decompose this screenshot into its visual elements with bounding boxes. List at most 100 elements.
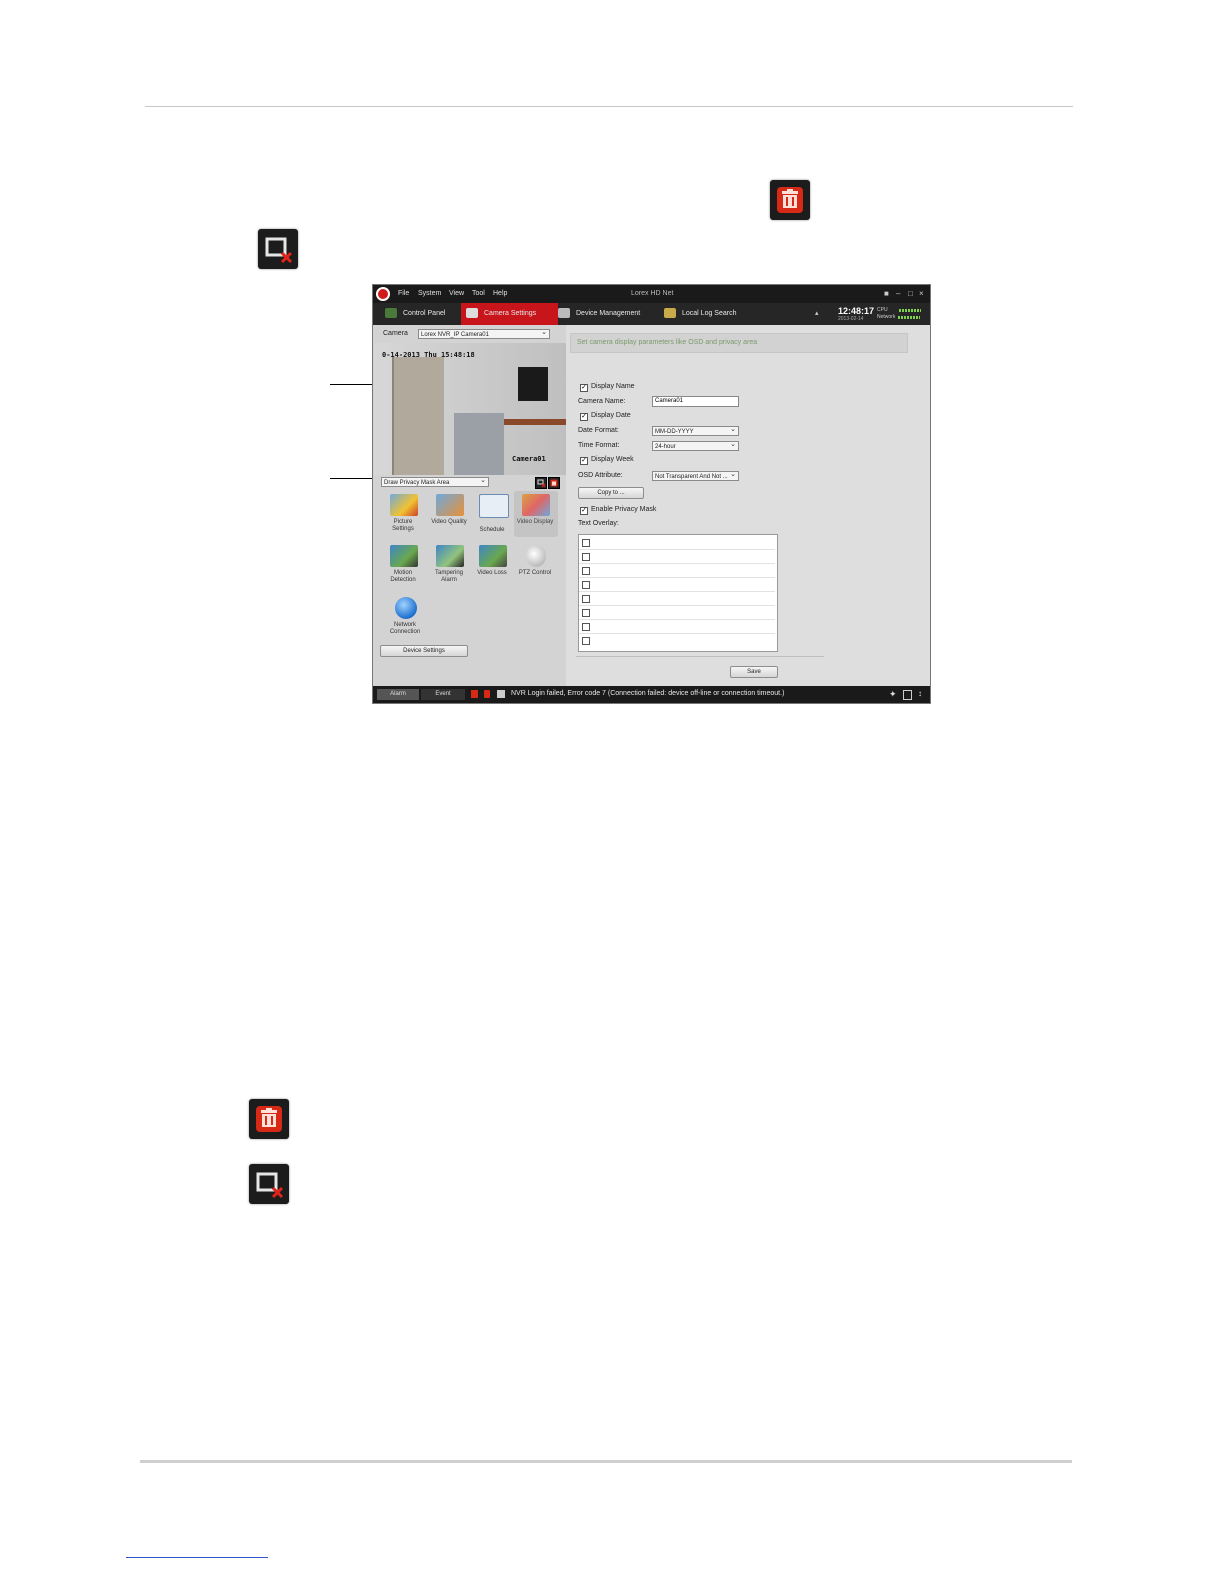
tile-tampering-alarm[interactable]: Tampering Alarm [428,545,472,584]
display-week-checkbox[interactable]: ✓ [580,457,588,465]
clock-time: 12:48:17 [838,306,875,316]
menu-view[interactable]: View [449,290,464,297]
display-date-checkbox[interactable]: ✓ [580,413,588,421]
app-logo-icon [376,287,390,301]
nav-scroll-icon[interactable]: ▴ [815,309,819,317]
tile-schedule[interactable]: Schedule [471,494,515,534]
copy-to-button[interactable]: Copy to ... [578,487,644,499]
device-icon [558,308,570,319]
display-date-label: Display Date [591,412,631,419]
clear-x-icon [258,229,298,269]
left-pane: Camera Lorex NVR_IP Camera01 0-14-2013 T… [373,325,566,686]
overlay-checkbox[interactable] [582,609,590,617]
menu-system[interactable]: System [418,290,441,297]
alarm-icon[interactable] [471,690,478,698]
trash-icon[interactable] [484,690,490,698]
overlay-checkbox[interactable] [582,553,590,561]
tab-control-panel[interactable]: Control Panel [381,303,463,325]
enable-privacy-mask-label: Enable Privacy Mask [591,506,657,513]
trash-icon[interactable] [548,477,560,489]
save-button[interactable]: Save [730,666,778,678]
tile-label: Tampering Alarm [434,570,463,583]
time-format-label: Time Format: [578,442,620,449]
overlay-checkbox[interactable] [582,581,590,589]
pin-icon[interactable]: ✦ [889,689,897,700]
date-format-select[interactable]: MM-DD-YYYY [652,426,739,436]
overlay-checkbox[interactable] [582,567,590,575]
overlay-row[interactable] [579,633,775,647]
menu-file[interactable]: File [398,290,409,297]
tile-picture-settings[interactable]: Picture Settings [382,494,426,533]
camera-select[interactable]: Lorex NVR_IP Camera01 [418,329,550,339]
window-title: Lorex HD Net [631,290,674,297]
overlay-row[interactable] [579,605,775,620]
tab-camera-settings[interactable]: Camera Settings [461,303,558,325]
osd-camera-name: Camera01 [512,455,546,463]
tile-video-loss[interactable]: Video Loss [471,545,515,577]
display-name-checkbox[interactable]: ✓ [580,384,588,392]
enable-privacy-mask-checkbox[interactable]: ✓ [580,507,588,515]
date-format-label: Date Format: [578,427,619,434]
overlay-row[interactable] [579,591,775,606]
window-icon[interactable] [903,690,912,700]
video-desk [504,419,566,425]
tile-label: Video Display [516,519,554,525]
camera-name-label: Camera Name: [578,398,626,405]
video-display-icon [522,494,550,516]
osd-attribute-select[interactable]: Not Transparent And Not ... [652,471,739,481]
overlay-row[interactable] [579,535,775,550]
close-icon[interactable]: × [919,289,924,298]
clear-x-icon [249,1164,289,1204]
draw-mode-value: Draw Privacy Mask Area [384,480,450,486]
hint-banner: Set camera display parameters like OSD a… [570,333,908,353]
clear-x-icon[interactable] [535,477,547,489]
tile-motion-detection[interactable]: Motion Detection [382,545,426,584]
right-pane: Set camera display parameters like OSD a… [566,325,930,686]
overlay-row[interactable] [579,577,775,592]
video-preview[interactable]: 0-14-2013 Thu 15:48:18 Camera01 [374,343,566,475]
tab-label: Camera Settings [484,310,537,317]
overlay-row[interactable] [579,619,775,634]
video-cabinet [454,413,504,475]
tab-label: Device Management [576,310,641,317]
expand-icon[interactable]: ↕ [918,689,922,698]
tile-network-connection[interactable]: Network Connection [384,597,428,636]
status-bar: Alarm Event NVR Login failed, Error code… [373,686,930,703]
maximize-icon[interactable]: □ [908,289,913,298]
menu-tool[interactable]: Tool [472,290,485,297]
draw-mode-select[interactable]: Draw Privacy Mask Area [381,477,489,487]
time-format-select[interactable]: 24-hour [652,441,739,451]
menu-help[interactable]: Help [493,290,507,297]
tile-ptz-control[interactable]: PTZ Control [514,545,558,577]
tile-label: Network Connection [389,622,421,635]
lock-icon[interactable]: ■ [884,289,889,298]
resource-meters: CPU Network [877,307,921,321]
camera-name-input[interactable] [652,396,739,407]
cpu-meter [898,309,921,312]
tab-device-management[interactable]: Device Management [558,303,654,325]
motion-detection-icon [390,545,418,567]
overlay-checkbox[interactable] [582,637,590,645]
tile-video-display[interactable]: Video Display [514,491,558,537]
app-window: File System View Tool Help Lorex HD Net … [372,284,931,704]
overlay-checkbox[interactable] [582,623,590,631]
footer-link-underline[interactable] [126,1557,268,1558]
device-settings-button[interactable]: Device Settings [380,645,468,657]
tab-local-log-search[interactable]: Local Log Search [664,303,764,325]
trash-icon [770,180,810,220]
tile-label: Video Loss [477,570,507,576]
alarm-tab[interactable]: Alarm [377,689,419,700]
overlay-checkbox[interactable] [582,539,590,547]
overlay-row[interactable] [579,563,775,578]
event-tab[interactable]: Event [421,689,465,700]
osd-attribute-value: Not Transparent And Not ... [655,474,728,480]
tampering-alarm-icon [436,545,464,567]
message-icon[interactable] [497,690,505,698]
overlay-checkbox[interactable] [582,595,590,603]
camera-select-value: Lorex NVR_IP Camera01 [421,332,489,338]
text-overlay-label: Text Overlay: [578,520,619,527]
tile-video-quality[interactable]: Video Quality [428,494,472,526]
overlay-row[interactable] [579,549,775,564]
minimize-icon[interactable]: – [896,289,900,298]
network-label: Network [877,314,896,320]
